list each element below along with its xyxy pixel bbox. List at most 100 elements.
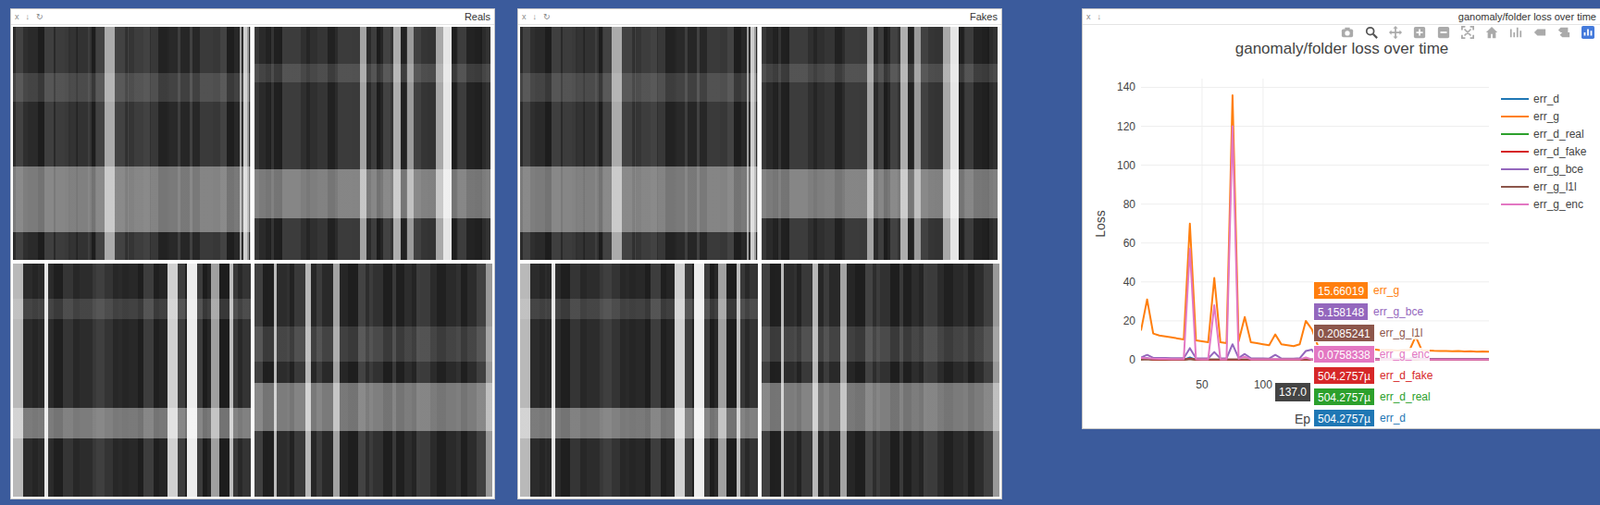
- pan-icon[interactable]: [1389, 25, 1402, 39]
- zoom-in-icon[interactable]: [1413, 25, 1427, 39]
- y-axis-title: Loss: [1092, 210, 1108, 238]
- tooltip-row: 15.66019 err_g: [1313, 281, 1433, 300]
- window-title: Reals: [464, 10, 491, 24]
- y-tick: 120: [1116, 120, 1136, 134]
- legend-label: err_g_l1l: [1533, 180, 1577, 194]
- legend-swatch: [1500, 168, 1529, 171]
- download-button[interactable]: ↓: [1097, 11, 1103, 23]
- sample-image: [761, 263, 1000, 497]
- y-tick: 100: [1116, 159, 1136, 173]
- tooltip-row: 5.158148 err_g_bce: [1313, 302, 1433, 322]
- window: x↓ganomaly/folder loss over timeganomaly…: [1081, 8, 1600, 430]
- plotly-logo-icon[interactable]: [1581, 25, 1595, 39]
- chart-toolbar: [1340, 25, 1595, 39]
- legend-swatch: [1500, 150, 1529, 153]
- camera-icon[interactable]: [1340, 25, 1354, 39]
- header-buttons: x ↓ ↻: [14, 11, 44, 23]
- y-tick: 40: [1123, 275, 1136, 289]
- tooltip-row: 504.2757µerr_d_fake: [1313, 366, 1433, 385]
- y-tick: 60: [1123, 236, 1136, 250]
- tooltip-value: 504.2757µ: [1313, 366, 1376, 385]
- close-button[interactable]: x: [521, 11, 527, 23]
- window-title: ganomaly/folder loss over time: [1458, 10, 1597, 24]
- sample-image: [761, 26, 1000, 261]
- window-header: x ↓ ↻ Reals: [11, 9, 495, 25]
- hover-closest-icon[interactable]: [1533, 25, 1547, 39]
- sample-image: [520, 263, 758, 497]
- header-buttons: x ↓ ↻: [521, 11, 551, 23]
- y-tick: 20: [1123, 314, 1136, 328]
- chart: ganomaly/folder loss over time 0 20 40 60 80 1…: [1082, 24, 1600, 429]
- hover-tooltip: 15.66019err_g5.158148err_g_bce0.2085241e…: [1313, 281, 1433, 428]
- legend-swatch: [1500, 98, 1529, 100]
- hover-x-label: 137.0: [1275, 383, 1311, 402]
- legend-label: err_g_enc: [1533, 198, 1584, 211]
- sample-image: [12, 26, 251, 261]
- legend-item[interactable]: err_d_fake: [1500, 142, 1587, 161]
- legend-item[interactable]: err_g_enc: [1500, 195, 1587, 213]
- legend-swatch: [1500, 115, 1529, 118]
- spikelines-icon[interactable]: [1509, 25, 1523, 39]
- tooltip-name: err_g: [1373, 284, 1400, 298]
- legend: err_d err_g err_d_real err_d_fake err_g_bcee…: [1500, 89, 1587, 213]
- chart-title: ganomaly/folder loss over time: [1082, 39, 1600, 59]
- window: x ↓ ↻ Reals: [10, 8, 496, 500]
- legend-label: err_d_real: [1533, 127, 1585, 141]
- image-grid: [11, 24, 495, 499]
- y-tick: 80: [1123, 198, 1136, 211]
- tooltip-name: err_d_fake: [1379, 369, 1433, 383]
- autoscale-icon[interactable]: [1461, 25, 1475, 39]
- tooltip-value: 0.2085241: [1313, 323, 1376, 343]
- tooltip-name: err_g_bce: [1373, 305, 1424, 319]
- legend-item[interactable]: err_d: [1500, 89, 1587, 108]
- tooltip-name: err_d_real: [1379, 390, 1431, 404]
- tooltip-name: err_d: [1379, 411, 1406, 425]
- legend-label: err_g: [1533, 110, 1560, 124]
- legend-item[interactable]: err_g: [1500, 107, 1587, 125]
- tooltip-value: 0.0758338: [1313, 345, 1376, 364]
- legend-swatch: [1500, 133, 1529, 136]
- window-header: x ↓ ↻ Fakes: [518, 9, 1002, 25]
- tooltip-value: 15.66019: [1313, 281, 1369, 300]
- tooltip-row: 504.2757µerr_d: [1313, 409, 1433, 428]
- tooltip-row: 0.2085241err_g_l1l: [1313, 323, 1433, 343]
- y-tick: 0: [1128, 353, 1136, 367]
- tooltip-value: 504.2757µ: [1313, 409, 1376, 428]
- home-icon[interactable]: [1485, 25, 1499, 39]
- legend-item[interactable]: err_g_bce: [1500, 160, 1587, 178]
- tooltip-row: 0.0758338err_g_enc: [1313, 345, 1433, 364]
- image-grid: [518, 24, 1002, 499]
- tooltip-name: err_g_enc: [1379, 347, 1430, 361]
- tooltip-value: 5.158148: [1313, 302, 1369, 322]
- legend-item[interactable]: err_d_real: [1500, 124, 1587, 143]
- legend-label: err_d: [1533, 92, 1560, 106]
- download-button[interactable]: ↓: [25, 11, 31, 23]
- tooltip-name: err_g_l1l: [1379, 326, 1424, 340]
- download-button[interactable]: ↓: [533, 11, 538, 23]
- window-header: x↓ganomaly/folder loss over time: [1082, 9, 1600, 25]
- window-title: Fakes: [969, 10, 998, 24]
- legend-swatch: [1500, 186, 1529, 188]
- legend-label: err_g_bce: [1533, 162, 1584, 176]
- x-tick: 100: [1253, 378, 1273, 392]
- sample-image: [254, 263, 493, 497]
- window: x ↓ ↻ Fakes: [517, 8, 1003, 500]
- zoom-icon[interactable]: [1364, 25, 1378, 39]
- x-tick: 50: [1195, 378, 1208, 392]
- hover-compare-icon[interactable]: [1557, 25, 1571, 39]
- zoom-out-icon[interactable]: [1437, 25, 1451, 39]
- sample-image: [254, 26, 493, 261]
- close-button[interactable]: x: [1086, 11, 1092, 23]
- legend-swatch: [1500, 203, 1529, 206]
- close-button[interactable]: x: [14, 11, 20, 23]
- header-buttons: x↓: [1086, 11, 1102, 23]
- tooltip-value: 504.2757µ: [1313, 387, 1376, 407]
- series-line: [1141, 126, 1489, 360]
- refresh-button[interactable]: ↻: [543, 11, 551, 23]
- legend-item[interactable]: err_g_l1l: [1500, 177, 1587, 196]
- sample-image: [520, 26, 758, 261]
- refresh-button[interactable]: ↻: [36, 11, 44, 23]
- sample-image: [12, 263, 251, 497]
- tooltip-row: 504.2757µerr_d_real: [1313, 387, 1433, 407]
- legend-label: err_d_fake: [1533, 145, 1587, 159]
